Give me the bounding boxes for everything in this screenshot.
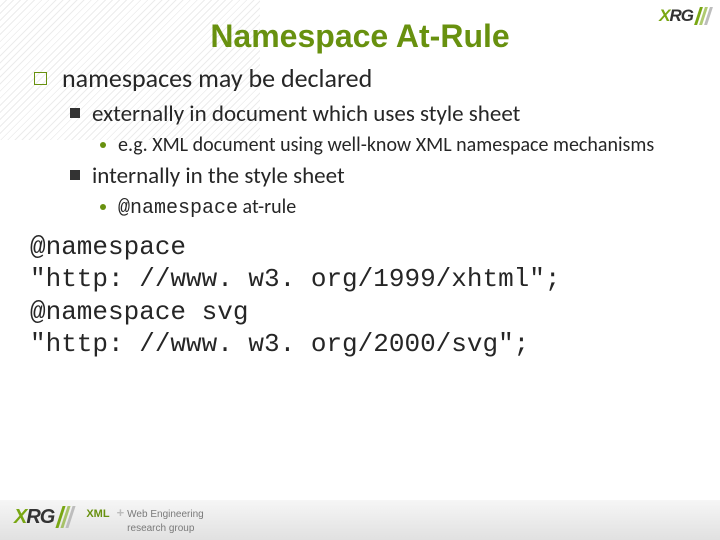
bullet-l2-internally: internally in the style sheet @namespace…: [62, 162, 694, 221]
bullet-l2-externally: externally in document which uses style …: [62, 100, 694, 158]
logo-bl-x: X: [14, 506, 26, 528]
footer-line1: Web Engineering: [127, 509, 204, 520]
logo-bottom-left: XRG: [14, 506, 72, 534]
footer-bar: XRG XML+Web Engineering XML+research gro…: [0, 500, 720, 540]
slide-title: Namespace At-Rule: [0, 0, 720, 55]
slide-content: namespaces may be declared externally in…: [0, 63, 720, 361]
bullet-l3-example: e.g. XML document using well-know XML na…: [92, 133, 694, 158]
bullet-l1: namespaces may be declared externally in…: [26, 63, 694, 221]
footer-line2: research group: [127, 523, 194, 534]
bullet-l2a-text: externally in document which uses style …: [92, 100, 520, 128]
logo-bl-stripes-icon: [57, 506, 72, 534]
code-block: @namespace "http: //www. w3. org/1999/xh…: [26, 223, 694, 361]
bullet-l1-text: namespaces may be declared: [62, 62, 372, 94]
bullet-l3-atrule: @namespace at-rule: [92, 195, 694, 221]
footer-subtext: XML+Web Engineering XML+research group: [86, 506, 203, 535]
bullet-l2b-text: internally in the style sheet: [92, 162, 345, 190]
plus-icon: +: [117, 505, 125, 520]
footer-xml: XML: [86, 508, 109, 520]
bullet-l3a-text: e.g. XML document using well-know XML na…: [118, 133, 654, 157]
bullet-l3b-code: @namespace: [118, 197, 238, 220]
bullet-l3b-tail: at-rule: [238, 195, 296, 219]
logo-bl-rg: RG: [26, 506, 54, 528]
